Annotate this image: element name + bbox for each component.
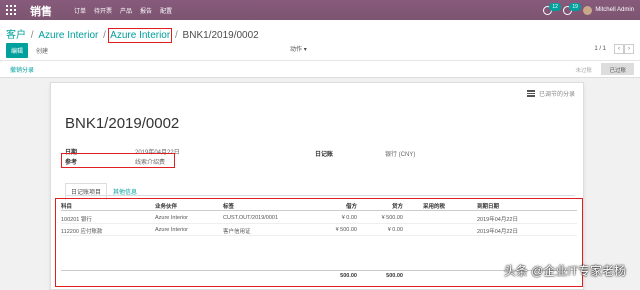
breadcrumb-partner[interactable]: Azure Interior xyxy=(38,30,98,41)
edit-button[interactable]: 编辑 xyxy=(6,43,29,58)
main-menu: 订单 待开票 产品 报告 配置 xyxy=(74,6,172,15)
app-name[interactable]: 销售 xyxy=(30,3,52,19)
cell-credit: ¥ 0.00 xyxy=(387,227,403,233)
table-row[interactable]: 112200 应付账款 Azure Interior 客户信用证 ¥ 500.0… xyxy=(61,225,577,236)
menu-item-to-invoice[interactable]: 待开票 xyxy=(94,6,112,15)
table-header: 科目 业务伙伴 标签 借方 贷方 采用的税 到期日期 xyxy=(61,200,577,211)
stage-posted[interactable]: 已过账 xyxy=(601,63,634,75)
list-icon xyxy=(526,90,535,97)
activity-button[interactable]: 19 xyxy=(563,3,581,16)
cell-debit: ¥ 500.00 xyxy=(335,227,357,233)
form-sheet: 已调节的分录 BNK1/2019/0002 日期 2019年04月22日 参考 … xyxy=(50,82,584,290)
reconciled-entries-label: 已调节的分录 xyxy=(538,92,575,98)
col-due-date[interactable]: 到期日期 xyxy=(477,202,499,210)
cell-label: CUST.OUT/2019/0001 xyxy=(223,215,279,221)
pager-prev-icon[interactable]: ‹ xyxy=(614,44,624,54)
stage-unposted[interactable]: 未过账 xyxy=(567,63,600,75)
notebook-tabs: 日记账项目 其他信息 xyxy=(65,183,143,200)
actions-label: 动作 xyxy=(290,47,303,53)
avatar xyxy=(583,5,593,15)
pager-value[interactable]: 1 / 1 xyxy=(594,46,606,52)
menu-item-reports[interactable]: 报告 xyxy=(140,6,152,15)
pager: 1 / 1 ‹ › xyxy=(594,44,634,54)
user-name: Mitchell Admin xyxy=(595,7,634,13)
status-bar: 撤销分录 未过账 已过账 xyxy=(0,60,640,76)
pager-next-icon[interactable]: › xyxy=(624,44,634,54)
breadcrumb-customers[interactable]: 客户 xyxy=(6,30,26,41)
journal-items-table: 科目 业务伙伴 标签 借方 贷方 采用的税 到期日期 100201 银行 Azu… xyxy=(55,198,583,287)
page-title: BNK1/2019/0002 xyxy=(65,115,180,132)
reconciled-entries-button[interactable]: 已调节的分录 xyxy=(526,89,575,98)
reference-row: 参考 线索介绍费 xyxy=(61,153,175,168)
col-credit[interactable]: 贷方 xyxy=(392,202,403,210)
control-panel: 客户 / Azure Interior / Azure Interior / B… xyxy=(0,20,640,78)
table-row[interactable]: 100201 银行 Azure Interior CUST.OUT/2019/0… xyxy=(61,213,577,224)
col-taxes[interactable]: 采用的税 xyxy=(423,202,445,210)
cell-label: 客户信用证 xyxy=(223,229,251,235)
col-debit[interactable]: 借方 xyxy=(346,202,357,210)
unreconcile-button[interactable]: 撤销分录 xyxy=(10,65,34,74)
menu-item-config[interactable]: 配置 xyxy=(160,6,172,15)
breadcrumb-partner-2[interactable]: Azure Interior xyxy=(108,28,173,43)
cell-partner: Azure Interior xyxy=(155,215,189,221)
user-menu[interactable]: Mitchell Admin xyxy=(583,5,634,15)
cell-due-date: 2019年04月22日 xyxy=(477,217,518,223)
breadcrumb-current: BNK1/2019/0002 xyxy=(182,30,259,41)
menu-item-products[interactable]: 产品 xyxy=(120,6,132,15)
chat-count-badge: 12 xyxy=(549,3,561,11)
tab-other-info[interactable]: 其他信息 xyxy=(107,183,143,200)
col-label[interactable]: 标签 xyxy=(223,202,234,210)
total-debit: 500.00 xyxy=(340,273,357,279)
col-partner[interactable]: 业务伙伴 xyxy=(155,202,177,210)
cell-credit: ¥ 500.00 xyxy=(381,215,403,221)
cell-partner: Azure Interior xyxy=(155,227,189,233)
create-button[interactable]: 创建 xyxy=(36,46,48,55)
watermark: 头条 @企业IT专家老杨 xyxy=(503,264,626,278)
apps-menu-icon[interactable] xyxy=(6,5,16,15)
cell-account: 100201 银行 xyxy=(61,217,92,223)
reference-label: 参考 xyxy=(65,160,78,166)
col-account[interactable]: 科目 xyxy=(61,202,72,210)
cell-debit: ¥ 0.00 xyxy=(341,215,357,221)
total-credit: 500.00 xyxy=(386,273,403,279)
table-footer: 500.00 500.00 xyxy=(61,270,577,281)
journal-label: 日记账 xyxy=(315,152,334,158)
reference-value: 线索介绍费 xyxy=(135,160,166,166)
journal-value: 银行 (CNY) xyxy=(385,152,416,158)
caret-down-icon: ▾ xyxy=(303,47,307,53)
menu-item-orders[interactable]: 订单 xyxy=(74,6,86,15)
breadcrumb: 客户 / Azure Interior / Azure Interior / B… xyxy=(6,28,259,43)
chat-button[interactable]: 12 xyxy=(543,3,561,16)
tab-journal-items[interactable]: 日记账项目 xyxy=(65,183,108,200)
activity-count-badge: 19 xyxy=(569,3,581,11)
cell-account: 112200 应付账款 xyxy=(61,229,103,235)
actions-dropdown[interactable]: 动作 ▾ xyxy=(290,44,307,53)
cell-due-date: 2019年04月22日 xyxy=(477,229,518,235)
tab-divider xyxy=(65,195,575,196)
top-navbar: 销售 订单 待开票 产品 报告 配置 12 19 Mitchell Admin xyxy=(0,0,640,20)
systray: 12 19 Mitchell Admin xyxy=(543,3,634,16)
